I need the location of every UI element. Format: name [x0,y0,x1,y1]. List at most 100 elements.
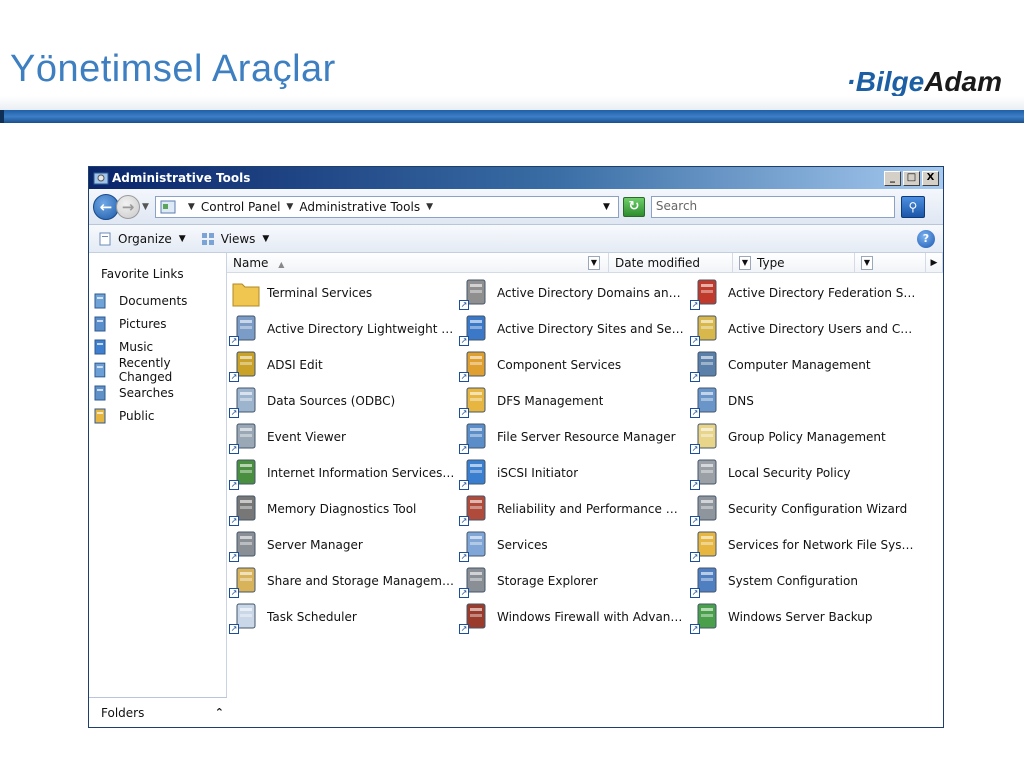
file-item[interactable]: ↗ Active Directory Sites and Servi… [459,311,690,347]
task-scheduler-icon: ↗ [229,600,263,634]
organize-button[interactable]: Organize ▼ [97,231,186,247]
file-item[interactable]: ↗ File Server Resource Manager [459,419,690,455]
window-title: Administrative Tools [112,171,251,185]
column-name-dropdown-icon[interactable]: ▼ [588,255,600,270]
folders-toggle[interactable]: Folders ⌃ [89,697,236,727]
shortcut-arrow-icon: ↗ [690,300,700,310]
favorite-link[interactable]: Public [89,404,226,427]
file-item[interactable]: ↗ Storage Explorer [459,563,690,599]
firewall-icon: ↗ [459,600,493,634]
column-extra[interactable]: ▼ [855,253,925,272]
favorite-link[interactable]: Pictures [89,312,226,335]
group-policy-icon: ↗ [690,420,724,454]
more-columns-button[interactable]: ▶ [925,253,943,272]
file-item[interactable]: ↗ Services for Network File Syste… [690,527,922,563]
command-toolbar: Organize ▼ Views ▼ ? [89,225,943,253]
file-item[interactable]: ↗ Active Directory Domains and T… [459,275,690,311]
column-date-modified[interactable]: Date modified [609,253,733,272]
history-dropdown-icon[interactable]: ▼ [142,202,149,212]
file-item[interactable]: ↗ ADSI Edit [229,347,459,383]
address-field[interactable]: ▼ Control Panel ▼ Administrative Tools ▼… [154,195,619,218]
file-item-label: System Configuration [728,574,858,588]
file-item[interactable]: ↗ Task Scheduler [229,599,459,635]
file-item[interactable]: ↗ Group Policy Management [690,419,922,455]
file-item[interactable]: ↗ Share and Storage Management [229,563,459,599]
item-grid: Terminal Services ↗ Active Directory Domai… [229,275,922,635]
file-item[interactable]: Terminal Services [229,275,459,311]
file-item[interactable]: ↗ Data Sources (ODBC) [229,383,459,419]
favorite-link-label: Documents [119,293,188,308]
file-item[interactable]: ↗ DNS [690,383,922,419]
shortcut-arrow-icon: ↗ [459,444,469,454]
file-item-label: Windows Server Backup [728,610,873,624]
file-item[interactable]: ↗ Memory Diagnostics Tool [229,491,459,527]
header-bar-cap [0,110,4,123]
folder-icon [229,276,263,310]
close-button[interactable]: X [922,170,939,186]
odbc-icon: ↗ [229,384,263,418]
file-item[interactable]: ↗ Server Manager [229,527,459,563]
column-date-dropdown-icon[interactable]: ▼ [739,255,751,270]
file-item[interactable]: ↗ Event Viewer [229,419,459,455]
file-item[interactable]: ↗ Security Configuration Wizard [690,491,922,527]
file-item-label: Reliability and Performance Mo… [497,502,687,516]
breadcrumb-admin-tools[interactable]: Administrative Tools [299,200,420,214]
search-button[interactable]: ⚲ [900,195,925,218]
file-item[interactable]: ↗ iSCSI Initiator [459,455,690,491]
address-dropdown-icon[interactable]: ▼ [603,202,610,212]
address-bar: ← → ▼ ▼ Control Panel ▼ Administrative T… [89,189,943,225]
shortcut-arrow-icon: ↗ [690,336,700,346]
refresh-button[interactable]: ↻ [622,196,645,217]
file-item-label: Share and Storage Management [267,574,457,588]
file-item[interactable]: ↗ Computer Management [690,347,922,383]
column-type[interactable]: ▼ Type [733,253,855,272]
search-input[interactable]: Search [650,195,895,218]
column-type-dropdown-icon[interactable]: ▼ [861,255,873,270]
shortcut-arrow-icon: ↗ [229,372,239,382]
shortcut-arrow-icon: ↗ [690,588,700,598]
shortcut-arrow-icon: ↗ [229,408,239,418]
file-item[interactable]: ↗ System Configuration [690,563,922,599]
favorite-link[interactable]: Searches [89,381,226,404]
favorite-link[interactable]: Recently Changed [89,355,226,384]
help-button[interactable]: ? [917,229,935,248]
search-icon: ⚲ [908,199,918,214]
breadcrumb-control-panel[interactable]: Control Panel [201,200,281,214]
dns-icon: ↗ [690,384,724,418]
maximize-button[interactable]: □ [903,170,920,186]
minimize-button[interactable]: _ [884,170,901,186]
file-item[interactable]: ↗ Active Directory Lightweight Dir… [229,311,459,347]
breadcrumb-sep-icon[interactable]: ▼ [426,202,433,212]
file-item[interactable]: ↗ Services [459,527,690,563]
file-list: Name ▲ ▼ Date modified ▼ Type ▼ ▶ Termin… [227,253,943,727]
header-band [0,96,1024,110]
file-item[interactable]: ↗ Reliability and Performance Mo… [459,491,690,527]
sort-ascending-icon: ▲ [278,259,285,269]
file-item[interactable]: ↗ Windows Server Backup [690,599,922,635]
file-item[interactable]: ↗ Component Services [459,347,690,383]
shortcut-arrow-icon: ↗ [690,372,700,382]
file-item[interactable]: ↗ Local Security Policy [690,455,922,491]
column-headers: Name ▲ ▼ Date modified ▼ Type ▼ ▶ [227,253,943,273]
slide-title: Yönetimsel Araçlar [10,48,336,90]
column-name[interactable]: Name ▲ ▼ [227,253,609,272]
window-titlebar[interactable]: Administrative Tools _ □ X [89,167,943,189]
views-button[interactable]: Views ▼ [200,231,269,247]
file-item[interactable]: ↗ DFS Management [459,383,690,419]
file-item[interactable]: ↗ Windows Firewall with Advance… [459,599,690,635]
file-item[interactable]: ↗ Internet Information Services (… [229,455,459,491]
explorer-body: Favorite Links Documents Pictures Music Rec… [89,253,943,727]
explorer-window: Administrative Tools _ □ X ← → ▼ ▼ Contr… [88,166,944,728]
forward-button[interactable]: → [116,194,140,219]
shortcut-arrow-icon: ↗ [459,480,469,490]
column-type-label: Type [757,255,785,270]
file-item-label: File Server Resource Manager [497,430,676,444]
file-item[interactable]: ↗ Active Directory Federation Ser… [690,275,922,311]
file-item[interactable]: ↗ Active Directory Users and Co… [690,311,922,347]
breadcrumb-sep-icon[interactable]: ▼ [286,202,293,212]
refresh-icon: ↻ [628,199,640,214]
favorite-link-label: Recently Changed [118,355,173,384]
shortcut-arrow-icon: ↗ [459,516,469,526]
favorite-link[interactable]: Documents [89,289,226,312]
storage-explorer-icon: ↗ [459,564,493,598]
